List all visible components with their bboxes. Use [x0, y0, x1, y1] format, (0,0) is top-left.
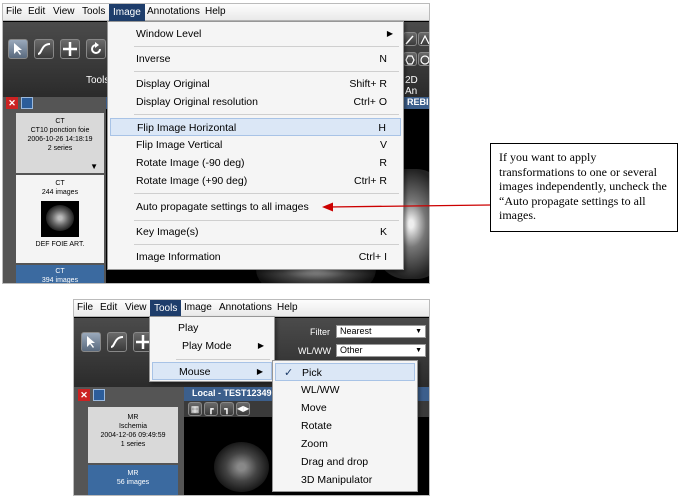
pointer-tool-button[interactable] [81, 332, 101, 352]
chevron-right-icon: ▶ [257, 341, 264, 350]
chevron-right-icon: ▶ [256, 367, 263, 376]
study-date: 2004-12-06 09:49:59 [100, 432, 166, 439]
menu-image[interactable]: Image [184, 302, 212, 313]
menu-bar: File Edit View Tools Image Annotations H… [74, 300, 429, 317]
menu-item-3d-manipulator[interactable]: 3D Manipulator [275, 471, 415, 489]
menu-item-rotate[interactable]: Rotate [275, 417, 415, 435]
series-image-count: 56 images [116, 479, 150, 486]
menu-tools[interactable]: Tools [150, 300, 182, 317]
move-cross-icon [136, 335, 150, 349]
study-name: Ischemia [118, 423, 147, 430]
menu-view[interactable]: View [125, 302, 147, 313]
dropdown-arrow-icon: ▼ [415, 328, 422, 335]
flip-horizontal-icon[interactable]: ◀▶ [236, 402, 250, 416]
corner-left-icon[interactable]: ┏ [204, 402, 218, 416]
menu-item-drag-and-drop[interactable]: Drag and drop [275, 453, 415, 471]
menu-item-pick[interactable]: ✓ Pick [275, 363, 415, 381]
wlww-label: WL/WW [298, 346, 331, 356]
menu-annotations[interactable]: Annotations [219, 302, 272, 313]
tools-menu: Play Play Mode ▶ Mouse ▶ [149, 316, 275, 382]
series-panel: ✕ MR Ischemia 2004-12-06 09:49:59 1 seri… [74, 387, 184, 495]
wlww-select[interactable]: Other ▼ [336, 344, 426, 357]
pointer-icon [87, 336, 95, 348]
callout-text: If you want to apply transformations to … [499, 150, 667, 222]
callout-note: If you want to apply transformations to … [490, 143, 678, 232]
menu-item-zoom[interactable]: Zoom [275, 435, 415, 453]
menu-item-move[interactable]: Move [275, 399, 415, 417]
filter-label: Filter [310, 327, 330, 337]
study-card[interactable]: MR Ischemia 2004-12-06 09:49:59 1 series [88, 407, 178, 463]
menu-file[interactable]: File [77, 302, 93, 313]
filter-select[interactable]: Nearest ▼ [336, 325, 426, 338]
menu-item-mouse[interactable]: Mouse ▶ [152, 362, 272, 380]
grid-layout-icon[interactable]: ▦ [188, 402, 202, 416]
wlww-tool-button[interactable] [107, 332, 127, 352]
series-card-selected[interactable]: MR 56 images [88, 465, 178, 495]
series-modality: MR [127, 470, 139, 477]
viewer-title: Local - TEST12349 - [192, 388, 278, 398]
close-icon[interactable]: ✕ [78, 389, 90, 401]
menu-item-wlww[interactable]: WL/WW [275, 381, 415, 399]
checkmark-icon: ✓ [284, 367, 294, 379]
curve-icon [110, 336, 124, 348]
window-icon[interactable] [93, 389, 105, 401]
menu-item-play[interactable]: Play [152, 319, 272, 337]
study-series-count: 1 series [120, 441, 146, 448]
menu-item-play-mode[interactable]: Play Mode ▶ [152, 337, 272, 355]
mouse-submenu: ✓ Pick WL/WW Move Rotate Zoom Drag and dr… [272, 360, 418, 492]
menu-help[interactable]: Help [277, 302, 298, 313]
study-modality: MR [127, 414, 139, 421]
corner-right-icon[interactable]: ┓ [220, 402, 234, 416]
dropdown-arrow-icon: ▼ [415, 347, 422, 354]
menu-edit[interactable]: Edit [100, 302, 117, 313]
